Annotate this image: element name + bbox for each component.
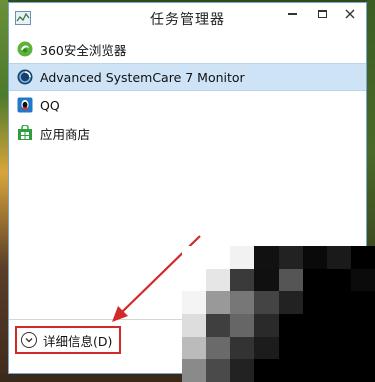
more-details-label: 详细信息(D) [43, 333, 113, 349]
list-item-store[interactable]: 应用商店 [9, 119, 366, 147]
qq-icon [17, 97, 33, 113]
systemcare-icon [17, 69, 33, 85]
app-name: 应用商店 [40, 126, 91, 142]
minimize-button[interactable] [277, 3, 307, 25]
close-icon [345, 9, 355, 19]
close-button[interactable] [335, 3, 365, 25]
minimize-icon [287, 13, 297, 15]
app-list: 360安全浏览器 Advanced SystemCare 7 Monitor Q… [9, 35, 366, 147]
store-icon [18, 125, 32, 140]
desktop-background-left [0, 0, 8, 382]
pixelated-redaction [182, 246, 375, 382]
more-details-button[interactable]: 详细信息(D) [15, 326, 121, 354]
chevron-down-icon [21, 332, 37, 348]
app-name: QQ [40, 97, 60, 113]
list-item-qq[interactable]: QQ [9, 91, 366, 119]
app-name: 360安全浏览器 [40, 42, 127, 58]
browser-360-icon [17, 41, 33, 57]
title-bar[interactable]: 任务管理器 [9, 3, 366, 33]
list-item-systemcare[interactable]: Advanced SystemCare 7 Monitor [9, 63, 366, 91]
app-name: Advanced SystemCare 7 Monitor [40, 69, 245, 85]
maximize-button[interactable] [307, 3, 337, 25]
maximize-icon [317, 10, 327, 18]
list-item-360-browser[interactable]: 360安全浏览器 [9, 35, 366, 63]
